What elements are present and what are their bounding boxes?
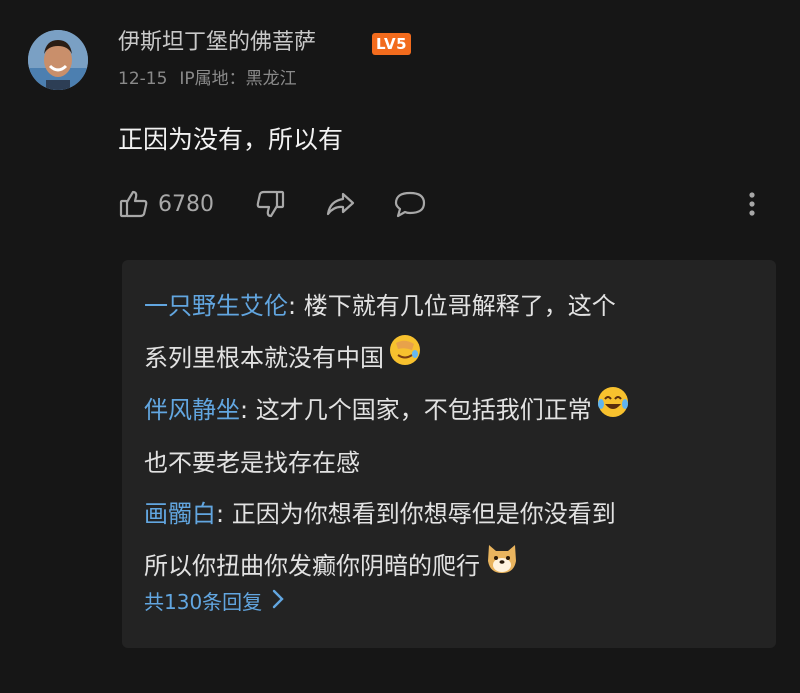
tears-of-joy-emoji: [596, 385, 630, 437]
doge-emoji: [484, 541, 520, 593]
ip-location: IP属地：黑龙江: [179, 69, 297, 89]
facepalm-emoji: [388, 333, 422, 385]
comment-text: 正因为没有，所以有: [118, 125, 344, 154]
reply-text: 系列里根本就没有中国: [144, 344, 384, 372]
action-bar: 6780: [118, 184, 758, 224]
reply-text: 这才几个国家，不包括我们正常: [255, 396, 592, 424]
total-replies-label: 共130条回复: [144, 590, 263, 614]
reply-author[interactable]: 伴风静坐: [144, 396, 240, 424]
chevron-right-icon: [262, 584, 284, 620]
reply-separator: :: [216, 500, 232, 528]
reply-item[interactable]: 画髑白: 正因为你想看到你想辱但是你没看到 所以你扭曲你发癫你阴暗的爬行: [144, 488, 744, 593]
reply-button[interactable]: [393, 184, 427, 224]
comment-bubble-icon: [393, 188, 427, 220]
comment-date: 12-15: [118, 69, 168, 89]
reply-item[interactable]: 伴风静坐: 这才几个国家，不包括我们正常 也不要老是找存在感: [144, 384, 744, 489]
reply-item[interactable]: 一只野生艾伦: 楼下就有几位哥解释了，这个 系列里根本就没有中国: [144, 280, 744, 385]
level-badge: LV5: [372, 33, 412, 55]
reply-author[interactable]: 一只野生艾伦: [144, 292, 288, 320]
reply-author[interactable]: 画髑白: [144, 500, 216, 528]
username[interactable]: 伊斯坦丁堡的佛菩萨: [118, 28, 316, 58]
like-count: 6780: [158, 191, 214, 217]
reply-separator: :: [240, 396, 256, 424]
like-button[interactable]: 6780: [118, 184, 214, 224]
thumbs-up-icon: [118, 188, 150, 220]
dislike-button[interactable]: [254, 184, 286, 224]
more-vertical-icon[interactable]: [746, 188, 758, 224]
avatar[interactable]: [28, 30, 88, 90]
comment-meta: 12-15 IP属地：黑龙江: [118, 66, 309, 92]
thumbs-down-icon: [254, 188, 286, 220]
reply-text: 正因为你想看到你想辱但是你没看到: [231, 500, 616, 528]
view-all-replies-link[interactable]: 共130条回复: [144, 584, 284, 620]
reply-text: 也不要老是找存在感: [144, 449, 360, 477]
reply-separator: :: [288, 292, 304, 320]
reply-text: 所以你扭曲你发癫你阴暗的爬行: [144, 552, 480, 580]
reply-text: 楼下就有几位哥解释了，这个: [303, 292, 616, 320]
share-button[interactable]: [324, 184, 356, 224]
share-icon: [324, 188, 356, 220]
replies-panel: 一只野生艾伦: 楼下就有几位哥解释了，这个 系列里根本就没有中国 伴风静坐: 这…: [122, 260, 776, 648]
